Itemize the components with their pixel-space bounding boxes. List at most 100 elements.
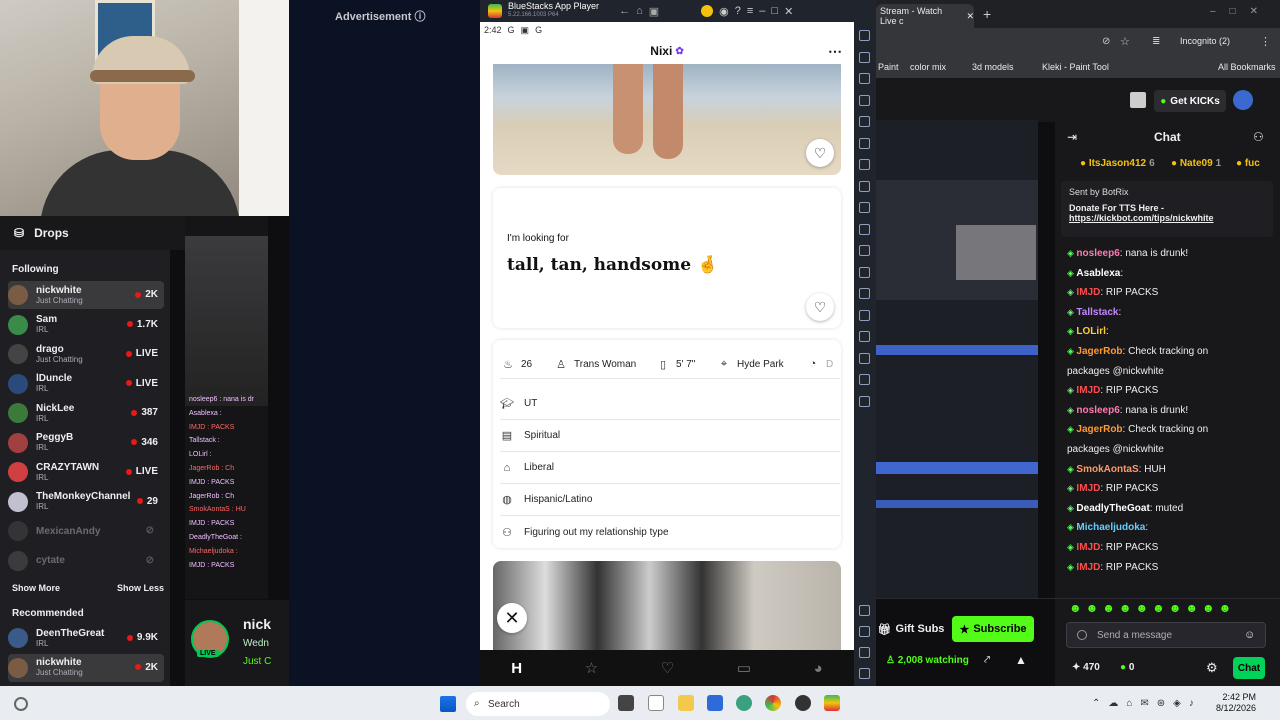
bluestacks-tool-icon[interactable] (859, 374, 870, 385)
sidebar-channel-nickwhite[interactable]: nickwhite Just Chatting 2K (8, 281, 164, 309)
bluestacks-tool-icon[interactable] (859, 626, 870, 637)
more-options-icon[interactable]: ⋯ (828, 43, 842, 60)
sidebar-channel-cytate[interactable]: cytate ⊘ (8, 547, 164, 575)
sidebar-channel-peggyb[interactable]: PeggyB IRL 346 (8, 429, 164, 457)
all-bookmarks[interactable]: All Bookmarks (1218, 62, 1276, 72)
points-counter[interactable]: ✦ 470 (1072, 662, 1100, 673)
mini-stream-preview[interactable]: nosleep6 : nana is dr Asablexa : IMJD : P… (185, 216, 268, 599)
chat-username[interactable]: IMJD (1076, 483, 1100, 494)
like-photo-button[interactable]: ♡ (806, 139, 834, 167)
sidebar-channel-themonkeychannel[interactable]: TheMonkeyChannel IRL 29 (8, 488, 164, 516)
chat-username[interactable]: nosleep6 (1076, 405, 1119, 416)
bluestacks-tool-icon[interactable] (859, 266, 870, 278)
tab-search-icon[interactable]: ≣ (1152, 36, 1160, 47)
url-bar-area[interactable]: ⊘ ☆ ≣ Incognito (2) ⋮ (876, 28, 1280, 56)
chat-username[interactable]: IMJD (1076, 287, 1100, 298)
bluestacks-tool-icon[interactable] (859, 159, 870, 170)
chat-username[interactable]: Asablexa (1076, 268, 1120, 279)
browser-menu-icon[interactable]: ⋮ (1260, 35, 1271, 48)
bluestacks-tool-icon[interactable] (859, 288, 870, 299)
bluestacks-tool-icon[interactable] (859, 30, 870, 41)
get-kicks-button[interactable]: ● Get KICKs (1154, 90, 1226, 112)
eye-off-icon[interactable]: ⊘ (1102, 36, 1110, 47)
chat-mode-icon[interactable] (1077, 630, 1087, 640)
chat-username[interactable]: SmokAontaS (1076, 464, 1138, 475)
channel-name[interactable]: nick (243, 616, 271, 632)
sidebar-channel-mexicanandy[interactable]: MexicanAndy ⊘ (8, 517, 164, 545)
incognito-badge[interactable]: Incognito (2) (1180, 36, 1230, 46)
windows-start-icon[interactable] (440, 696, 456, 712)
chat-username[interactable]: IMJD (1076, 542, 1100, 553)
bluestacks-tool-icon[interactable] (859, 51, 870, 63)
nav-profile-icon[interactable]: ◕ (814, 660, 823, 677)
collapse-chat-icon[interactable]: ⇥ (1067, 130, 1077, 144)
user-avatar[interactable] (1233, 90, 1253, 110)
chat-username[interactable]: nosleep6 (1076, 248, 1119, 259)
drops-button[interactable]: ⛁ Drops (0, 216, 185, 250)
chat-username[interactable]: LOLirl (1076, 326, 1105, 337)
bluestacks-tool-icon[interactable] (859, 352, 870, 364)
sidebar-channel-crazytawn[interactable]: CRAZYTAWN IRL LIVE (8, 458, 164, 486)
top-gifter[interactable]: ● Nate09 1 (1171, 158, 1221, 169)
pinned-link[interactable]: https://kickbot.com/tips/nickwhite (1069, 213, 1265, 223)
menu-icon[interactable]: ≡ (747, 5, 753, 17)
sidebar-channel-nickwhite[interactable]: nickwhite Just Chatting 2K (8, 653, 164, 682)
obs-icon[interactable] (795, 695, 811, 711)
like-prompt-button[interactable]: ♡ (806, 293, 834, 321)
calculator-icon[interactable] (707, 695, 723, 711)
bluestacks-tool-icon[interactable] (859, 94, 870, 106)
top-gifter[interactable]: ● ItsJason412 6 (1080, 158, 1155, 169)
close-icon[interactable]: ✕ (784, 5, 793, 18)
new-tab-icon[interactable]: + (983, 6, 991, 22)
bluestacks-tool-icon[interactable] (859, 202, 870, 213)
chat-settings-icon[interactable]: ⚙ (1206, 660, 1218, 676)
share-icon[interactable]: ⤤ (984, 654, 990, 667)
minimize-icon[interactable]: – (759, 5, 765, 17)
bookmark-color-mix[interactable]: color mix (910, 62, 946, 72)
chat-username[interactable]: DeadlyTheGoat (1076, 503, 1149, 514)
nav-standouts-icon[interactable]: ☆ (585, 659, 598, 677)
stream-category[interactable]: Just C (243, 656, 271, 667)
file-explorer-icon[interactable] (678, 695, 694, 711)
bluestacks-tool-icon[interactable] (859, 116, 870, 127)
bluestacks-tool-icon[interactable] (859, 395, 870, 407)
bluestacks-tool-icon[interactable] (859, 605, 870, 616)
chat-username[interactable]: Michaeljudoka (1076, 522, 1145, 533)
kick-library-icon[interactable] (1130, 92, 1146, 108)
chat-users-icon[interactable]: ⚇ (1253, 130, 1264, 144)
send-chat-button[interactable]: Chat (1233, 657, 1265, 679)
bluestacks-tool-icon[interactable] (859, 245, 870, 256)
skip-profile-button[interactable]: ✕ (497, 603, 527, 633)
task-view-icon[interactable] (618, 695, 634, 711)
chat-username[interactable]: Tallstack (1076, 307, 1118, 318)
taskbar-clock[interactable]: 2:42 PM 8/12/2026 (1216, 692, 1256, 714)
bluestacks-tool-icon[interactable] (859, 331, 870, 342)
chrome-icon[interactable] (765, 695, 781, 711)
system-tray-icons[interactable]: ⌃☁⌂✉⊛◈♪ (1092, 698, 1202, 709)
sidebar-channel-deenthegreat[interactable]: DeenTheGreat IRL 9.9K (8, 624, 164, 652)
help-icon[interactable]: ? (735, 5, 741, 17)
sidebar-channel-lduncle[interactable]: lDuncle IRL LIVE (8, 370, 164, 398)
chat-username[interactable]: JagerRob (1076, 346, 1122, 357)
taskbar-search[interactable]: Search (466, 692, 610, 716)
recents-icon[interactable]: ▣ (649, 5, 659, 18)
sidebar-channel-drago[interactable]: drago Just Chatting LIVE (8, 340, 164, 368)
bluestacks-tool-icon[interactable] (859, 647, 870, 658)
nav-messages-icon[interactable]: ▭ (737, 659, 751, 677)
bookmark-kleki[interactable]: Kleki - Paint Tool (1042, 62, 1109, 72)
bluestacks-tool-icon[interactable] (859, 137, 870, 149)
nav-likes-icon[interactable]: ♡ (661, 659, 674, 677)
emote-bar[interactable]: ☻☻☻☻☻☻☻☻☻☻ (1069, 601, 1235, 615)
chat-username[interactable]: IMJD (1076, 385, 1100, 396)
widgets-icon[interactable] (14, 697, 28, 711)
coin-icon[interactable] (701, 5, 714, 17)
bluestacks-taskbar-icon[interactable] (824, 695, 840, 711)
bookmark-paint[interactable]: Paint (878, 62, 899, 72)
sidebar-channel-sam[interactable]: Sam IRL 1.7K (8, 311, 164, 339)
tab-close-icon[interactable]: ✕ (966, 11, 974, 22)
maximize-icon[interactable]: □ (771, 5, 778, 17)
chat-username[interactable]: JagerRob (1076, 424, 1122, 435)
top-gifter[interactable]: ● fuc (1236, 158, 1263, 169)
bluestacks-tool-icon[interactable] (859, 223, 870, 235)
bluestacks-tool-icon[interactable] (859, 309, 870, 321)
